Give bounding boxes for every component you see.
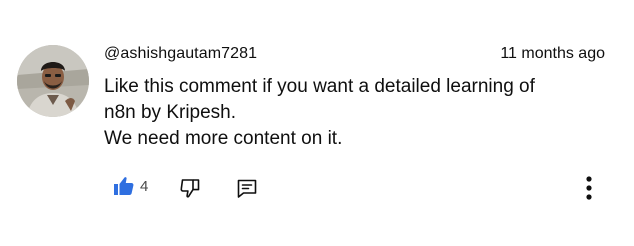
comment-text-line: n8n by Kripesh. <box>104 102 237 123</box>
comment-text-line: Like this comment if you want a detailed… <box>104 76 535 97</box>
reply-icon <box>237 179 257 198</box>
comment-timestamp[interactable]: 11 months ago <box>500 44 605 64</box>
dislike-button[interactable] <box>178 176 202 200</box>
avatar[interactable] <box>17 45 89 117</box>
thumbs-down-icon <box>180 179 200 198</box>
like-count: 4 <box>140 178 149 195</box>
avatar-image <box>17 45 89 117</box>
more-vert-icon <box>586 176 592 200</box>
more-actions-button[interactable] <box>583 175 595 201</box>
comment-author[interactable]: @ashishgautam7281 <box>104 44 257 64</box>
thumbs-up-icon <box>114 177 134 195</box>
reply-button[interactable] <box>235 176 259 200</box>
comment-text-line: We need more content on it. <box>104 128 343 149</box>
like-button[interactable] <box>112 174 136 198</box>
comment-text: Like this comment if you want a detailed… <box>104 74 604 152</box>
comment-card: @ashishgautam7281 11 months ago Like thi… <box>0 0 634 246</box>
